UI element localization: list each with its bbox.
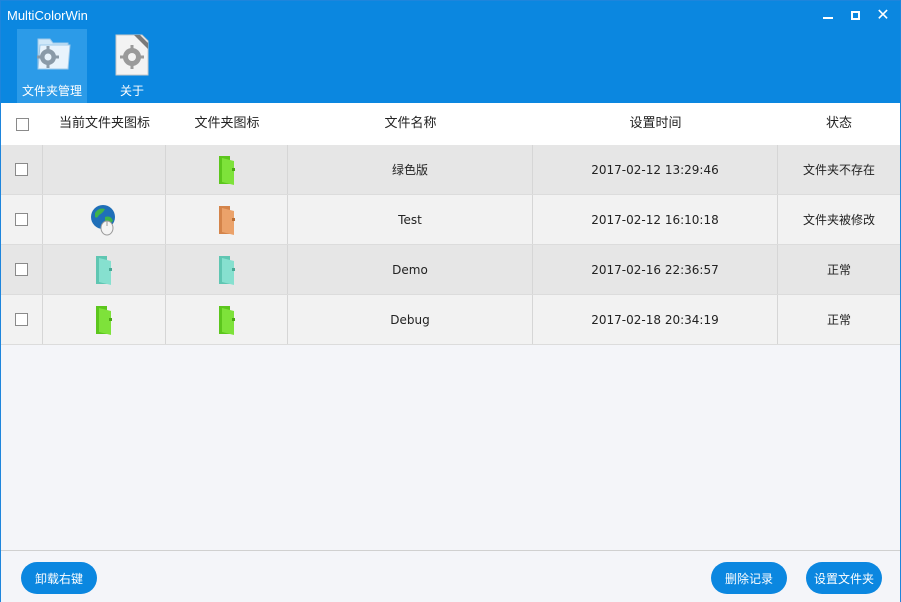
folder-settings-icon bbox=[37, 38, 71, 70]
green-folder-icon bbox=[218, 155, 235, 185]
row-checkbox-cell bbox=[1, 195, 43, 244]
bottom-toolbar: 卸载右键 删除记录 设置文件夹 bbox=[1, 550, 900, 602]
row-checkbox-cell bbox=[1, 245, 43, 294]
title-bar: MultiColorWin ✕ 文件夹管理 关于 bbox=[1, 1, 900, 103]
green-folder-icon bbox=[96, 305, 112, 335]
select-all-cell bbox=[1, 103, 43, 145]
table-row[interactable]: Debug 2017-02-18 20:34:19 正常 bbox=[1, 295, 900, 345]
uninstall-context-menu-button[interactable]: 卸载右键 bbox=[21, 562, 97, 594]
current-icon-cell bbox=[43, 295, 166, 344]
header-set-time[interactable]: 设置时间 bbox=[533, 103, 778, 145]
orange-folder-icon bbox=[218, 205, 235, 235]
folder-icon-cell bbox=[166, 245, 288, 294]
row-checkbox-cell bbox=[1, 145, 43, 194]
set-folder-button[interactable]: 设置文件夹 bbox=[806, 562, 882, 594]
teal-folder-icon bbox=[218, 255, 235, 285]
row-checkbox[interactable] bbox=[15, 313, 28, 326]
about-icon bbox=[115, 34, 149, 76]
row-checkbox[interactable] bbox=[15, 263, 28, 276]
grid-header: 当前文件夹图标 文件夹图标 文件名称 设置时间 状态 bbox=[1, 103, 900, 145]
header-status[interactable]: 状态 bbox=[778, 103, 900, 145]
table-row[interactable]: Test 2017-02-12 16:10:18 文件夹被修改 bbox=[1, 195, 900, 245]
nav-folder-management[interactable]: 文件夹管理 bbox=[17, 29, 87, 103]
delete-record-button[interactable]: 删除记录 bbox=[711, 562, 787, 594]
file-name-cell: Debug bbox=[288, 295, 533, 344]
header-folder-icon[interactable]: 文件夹图标 bbox=[166, 103, 288, 145]
maximize-icon bbox=[850, 10, 860, 20]
minimize-icon bbox=[823, 17, 833, 19]
table-row[interactable]: 绿色版 2017-02-12 13:29:46 文件夹不存在 bbox=[1, 145, 900, 195]
current-icon-cell bbox=[43, 195, 166, 244]
select-all-checkbox[interactable] bbox=[15, 117, 29, 131]
status-cell: 正常 bbox=[826, 263, 851, 277]
status-cell: 正常 bbox=[826, 313, 851, 327]
current-icon-cell bbox=[43, 145, 166, 194]
header-file-name[interactable]: 文件名称 bbox=[288, 103, 533, 145]
close-icon: ✕ bbox=[876, 5, 890, 24]
green-folder-icon bbox=[218, 305, 235, 335]
row-checkbox-cell bbox=[1, 295, 43, 344]
teal-folder-icon bbox=[96, 255, 112, 285]
row-checkbox[interactable] bbox=[15, 213, 28, 226]
file-name-cell: Test bbox=[288, 195, 533, 244]
header-current-icon[interactable]: 当前文件夹图标 bbox=[43, 103, 166, 145]
file-name-cell: Demo bbox=[288, 245, 533, 294]
set-time-cell: 2017-02-12 13:29:46 bbox=[533, 145, 778, 194]
current-icon-cell bbox=[43, 245, 166, 294]
set-time-cell: 2017-02-12 16:10:18 bbox=[533, 195, 778, 244]
close-button[interactable]: ✕ bbox=[872, 5, 894, 25]
minimize-button[interactable] bbox=[817, 5, 839, 25]
window-title: MultiColorWin bbox=[7, 8, 88, 23]
status-cell: 文件夹不存在 bbox=[802, 163, 875, 177]
nav-about[interactable]: 关于 bbox=[97, 29, 167, 103]
set-time-cell: 2017-02-16 22:36:57 bbox=[533, 245, 778, 294]
status-cell: 文件夹被修改 bbox=[802, 213, 875, 227]
nav-folder-label: 文件夹管理 bbox=[21, 84, 82, 98]
globe-icon bbox=[91, 204, 115, 235]
nav-about-label: 关于 bbox=[119, 84, 144, 98]
file-name-cell: 绿色版 bbox=[288, 145, 533, 194]
folder-icon-cell bbox=[166, 145, 288, 194]
maximize-button[interactable] bbox=[844, 5, 866, 25]
app-window: MultiColorWin ✕ 文件夹管理 关于 当前文件夹图标 文件夹图标 文… bbox=[0, 0, 901, 602]
folder-icon-cell bbox=[166, 195, 288, 244]
folder-icon-cell bbox=[166, 295, 288, 344]
table-row[interactable]: Demo 2017-02-16 22:36:57 正常 bbox=[1, 245, 900, 295]
row-checkbox[interactable] bbox=[15, 163, 28, 176]
set-time-cell: 2017-02-18 20:34:19 bbox=[533, 295, 778, 344]
